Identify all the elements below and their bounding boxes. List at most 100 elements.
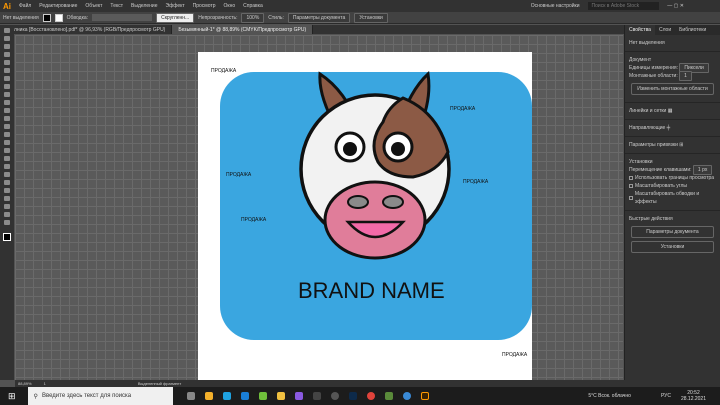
pen-tool-icon[interactable] bbox=[4, 44, 10, 49]
tab-layers[interactable]: Слои bbox=[655, 25, 675, 35]
rectangle-tool-icon[interactable] bbox=[4, 68, 10, 73]
pencil-tool-icon[interactable] bbox=[4, 84, 10, 89]
stroke-swatch[interactable] bbox=[54, 13, 63, 22]
weather-widget[interactable]: 5°C Всок. облачно bbox=[588, 393, 631, 399]
illustrator-icon[interactable] bbox=[420, 392, 429, 400]
selection-tool-icon[interactable] bbox=[4, 28, 10, 33]
taskbar-search[interactable]: ⚲ Введите здесь текст для поиска bbox=[27, 387, 173, 405]
canvas[interactable]: BRAND NAME ПРОДАЖА ПРОДАЖА ПРОДАЖА ПРОДА… bbox=[15, 35, 623, 382]
stock-search[interactable]: Поиск в Adobe Stock bbox=[587, 2, 660, 10]
tab-document-1[interactable]: лника [Восстановлено].pdf* @ 96,93% (RGB… bbox=[8, 25, 173, 34]
tab-libraries[interactable]: Библиотеки bbox=[675, 25, 710, 35]
search-icon: ⚲ bbox=[33, 393, 38, 400]
selection-label: Нет выделения bbox=[3, 14, 39, 21]
chrome-icon[interactable] bbox=[366, 392, 375, 400]
snap-icon[interactable]: ⊞ bbox=[679, 142, 683, 148]
artboard-number[interactable]: 1 bbox=[44, 381, 46, 386]
type-tool-icon[interactable] bbox=[4, 52, 10, 57]
task-view-icon[interactable] bbox=[186, 392, 195, 400]
app-icon[interactable] bbox=[402, 392, 411, 400]
app-icon[interactable] bbox=[330, 392, 339, 400]
rulers-label: Линейки и сетки bbox=[629, 108, 667, 114]
graph-tool-icon[interactable] bbox=[4, 188, 10, 193]
grid-icon[interactable]: ▦ bbox=[668, 108, 673, 114]
brush-dropdown[interactable]: Скругленн... bbox=[156, 12, 195, 23]
clock-date[interactable]: 28.12.2021 bbox=[681, 396, 706, 402]
checkbox-scale-corners[interactable]: Масштабировать углы bbox=[629, 182, 716, 190]
brush-tool-icon[interactable] bbox=[4, 76, 10, 81]
sale-text[interactable]: ПРОДАЖА bbox=[450, 106, 475, 112]
status-bar: 88,89% 1 Выделенный фрагмент bbox=[15, 380, 720, 387]
tab-properties[interactable]: Свойства bbox=[625, 25, 655, 35]
zoom-tool-icon[interactable] bbox=[4, 220, 10, 225]
width-tool-icon[interactable] bbox=[4, 116, 10, 121]
gradient-tool-icon[interactable] bbox=[4, 156, 10, 161]
opacity-input[interactable]: 100% bbox=[241, 12, 265, 23]
app-icon[interactable] bbox=[294, 392, 303, 400]
app-logo: Ai bbox=[3, 1, 11, 11]
minecraft-icon[interactable] bbox=[384, 392, 393, 400]
fill-stroke-icon[interactable] bbox=[3, 233, 11, 241]
rotate-tool-icon[interactable] bbox=[4, 100, 10, 105]
sale-text[interactable]: ПРОДАЖА bbox=[502, 352, 527, 358]
menu-effect[interactable]: Эффект bbox=[166, 3, 185, 9]
windows-start-icon[interactable]: ⊞ bbox=[8, 391, 16, 402]
explorer-icon[interactable] bbox=[276, 392, 285, 400]
utorrent-icon[interactable] bbox=[258, 392, 267, 400]
document-tabs: лника [Восстановлено].pdf* @ 96,93% (RGB… bbox=[8, 25, 624, 34]
fill-swatch[interactable] bbox=[42, 13, 51, 22]
window-controls[interactable]: — ▢ ✕ bbox=[667, 3, 684, 9]
checkbox-scale-strokes[interactable]: Масштабировать обводки и эффекты bbox=[629, 190, 716, 206]
direct-selection-tool-icon[interactable] bbox=[4, 36, 10, 41]
menu-object[interactable]: Объект bbox=[85, 3, 102, 9]
document-settings-button[interactable]: Параметры документа bbox=[287, 12, 351, 23]
document-settings-panel-button[interactable]: Параметры документа bbox=[631, 226, 714, 238]
zoom-level[interactable]: 88,89% bbox=[18, 381, 32, 386]
menu-select[interactable]: Выделение bbox=[131, 3, 158, 9]
sale-text[interactable]: ПРОДАЖА bbox=[241, 217, 266, 223]
line-tool-icon[interactable] bbox=[4, 60, 10, 65]
menu-window[interactable]: Окно bbox=[224, 3, 236, 9]
preferences-panel-button[interactable]: Установки bbox=[631, 241, 714, 253]
sale-text[interactable]: ПРОДАЖА bbox=[463, 179, 488, 185]
sale-text[interactable]: ПРОДАЖА bbox=[211, 68, 236, 74]
checkbox-preview-bounds[interactable]: Использовать границы просмотра bbox=[629, 174, 716, 182]
menu-bar: Ai Файл Редактирование Объект Текст Выде… bbox=[0, 0, 720, 12]
workspace-switcher[interactable]: Основные настройки bbox=[531, 3, 580, 9]
preferences-button[interactable]: Установки bbox=[354, 12, 388, 23]
hand-tool-icon[interactable] bbox=[4, 212, 10, 217]
perspective-tool-icon[interactable] bbox=[4, 140, 10, 145]
control-bar: Нет выделения Обводка: Скругленн... Непр… bbox=[0, 12, 720, 24]
menu-view[interactable]: Просмотр bbox=[193, 3, 216, 9]
edge-icon[interactable] bbox=[222, 392, 231, 400]
shape-builder-tool-icon[interactable] bbox=[4, 132, 10, 137]
menu-type[interactable]: Текст bbox=[110, 3, 123, 9]
eyedropper-tool-icon[interactable] bbox=[4, 164, 10, 169]
eraser-tool-icon[interactable] bbox=[4, 92, 10, 97]
app-icon[interactable] bbox=[312, 392, 321, 400]
sale-text[interactable]: ПРОДАЖА bbox=[226, 172, 251, 178]
tab-document-2[interactable]: Безымянный-1* @ 88,89% (CMYK/Предпросмот… bbox=[172, 25, 314, 34]
slice-tool-icon[interactable] bbox=[4, 204, 10, 209]
artboards-dropdown[interactable]: 1 bbox=[679, 71, 692, 81]
artboard-tool-icon[interactable] bbox=[4, 196, 10, 201]
symbol-tool-icon[interactable] bbox=[4, 180, 10, 185]
snout[interactable] bbox=[323, 180, 427, 260]
menu-help[interactable]: Справка bbox=[243, 3, 263, 9]
edit-artboards-button[interactable]: Изменить монтажные области bbox=[631, 83, 714, 95]
language-indicator[interactable]: РУС bbox=[661, 393, 671, 399]
menu-file[interactable]: Файл bbox=[19, 3, 31, 9]
stroke-weight[interactable] bbox=[92, 14, 153, 21]
menu-edit[interactable]: Редактирование bbox=[39, 3, 77, 9]
free-transform-tool-icon[interactable] bbox=[4, 124, 10, 129]
brand-name-text[interactable]: BRAND NAME bbox=[298, 278, 445, 304]
store-icon[interactable] bbox=[204, 392, 213, 400]
mesh-tool-icon[interactable] bbox=[4, 148, 10, 153]
no-selection-label: Нет выделения bbox=[629, 40, 665, 46]
blend-tool-icon[interactable] bbox=[4, 172, 10, 177]
properties-panel: Свойства Слои Библиотеки Нет выделения Док… bbox=[624, 25, 720, 380]
mail-icon[interactable] bbox=[240, 392, 249, 400]
scale-tool-icon[interactable] bbox=[4, 108, 10, 113]
guides-icon[interactable]: ╪ bbox=[667, 125, 671, 131]
photoshop-icon[interactable] bbox=[348, 392, 357, 400]
